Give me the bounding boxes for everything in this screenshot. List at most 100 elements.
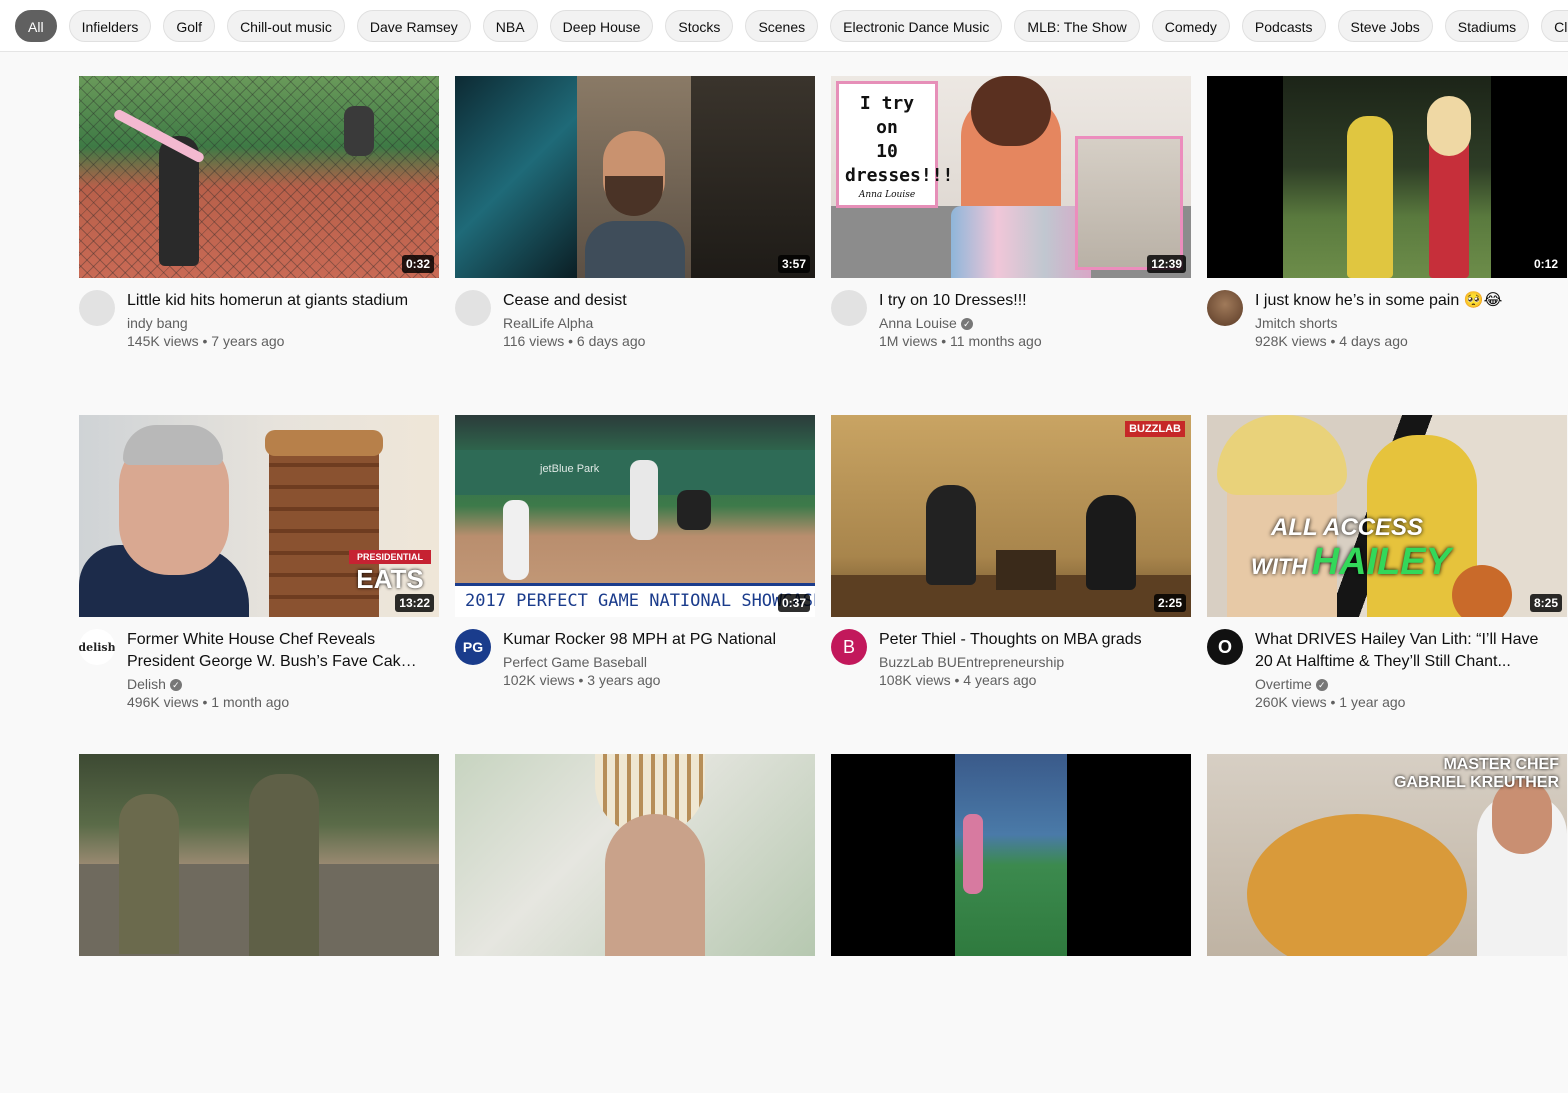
- video-card[interactable]: [79, 754, 439, 1093]
- channel-name[interactable]: BuzzLab BUEntrepreneurship: [879, 653, 1171, 671]
- channel-name[interactable]: Perfect Game Baseball: [503, 653, 795, 671]
- video-thumbnail[interactable]: [79, 754, 439, 956]
- chip-comedy[interactable]: Comedy: [1151, 9, 1230, 42]
- chip-golf[interactable]: Golf: [163, 9, 216, 42]
- video-duration: 8:25: [1529, 594, 1562, 612]
- chef-caption: MASTER CHEF GABRIEL KREUTHER: [1394, 756, 1559, 792]
- video-stats: 145K views • 7 years ago: [127, 333, 285, 349]
- verified-icon: ✓: [169, 679, 182, 692]
- chip-stadiums[interactable]: Stadiums: [1444, 9, 1530, 42]
- verified-icon: ✓: [1315, 679, 1328, 692]
- video-stats: 260K views • 1 year ago: [1255, 694, 1406, 710]
- chip-podcasts[interactable]: Podcasts: [1241, 9, 1326, 42]
- upload-age: 4 years ago: [963, 672, 1037, 688]
- buzzlab-logo: BUZZLAB: [1125, 421, 1185, 437]
- speaker-left: [926, 485, 976, 585]
- channel-avatar[interactable]: PG: [455, 629, 491, 665]
- video-title[interactable]: What DRIVES Hailey Van Lith: “I’ll Have …: [1255, 629, 1547, 673]
- video-card[interactable]: [831, 754, 1191, 1093]
- video-card[interactable]: ALL ACCESS WITH HAILEY 8:25 O What DRIVE…: [1207, 415, 1567, 754]
- video-thumbnail[interactable]: [831, 754, 1191, 956]
- video-thumbnail[interactable]: MASTER CHEF GABRIEL KREUTHER: [1207, 754, 1567, 956]
- video-card[interactable]: 0:32 Little kid hits homerun at giants s…: [79, 76, 439, 415]
- video-thumbnail[interactable]: ALL ACCESS WITH HAILEY 8:25: [1207, 415, 1567, 617]
- video-card[interactable]: MASTER CHEF GABRIEL KREUTHER: [1207, 754, 1567, 1093]
- video-thumbnail[interactable]: 3:57: [455, 76, 815, 278]
- video-card[interactable]: BUZZLAB 2:25 B Peter Thiel - Thoughts on…: [831, 415, 1191, 754]
- video-thumbnail[interactable]: 0:32: [79, 76, 439, 278]
- channel-avatar[interactable]: [79, 290, 115, 326]
- soldier-left: [119, 794, 179, 954]
- video-duration: 2:25: [1153, 594, 1186, 612]
- channel-name-text[interactable]: indy bang: [127, 315, 188, 331]
- video-title[interactable]: Cease and desist: [503, 290, 795, 312]
- video-meta: Little kid hits homerun at giants stadiu…: [79, 278, 439, 350]
- master-chef-label: MASTER CHEF: [1443, 756, 1559, 773]
- video-card[interactable]: 3:57 Cease and desist RealLife Alpha 116…: [455, 76, 815, 415]
- channel-name[interactable]: Anna Louise ✓: [879, 314, 1171, 332]
- upload-age: 11 months ago: [950, 333, 1042, 349]
- video-title[interactable]: Peter Thiel - Thoughts on MBA grads: [879, 629, 1171, 651]
- video-title[interactable]: I try on 10 Dresses!!!: [879, 290, 1171, 312]
- chip-all[interactable]: All: [15, 9, 57, 42]
- video-thumbnail[interactable]: BUZZLAB 2:25: [831, 415, 1191, 617]
- video-title[interactable]: I just know he’s in some pain 🥺😂: [1255, 290, 1547, 312]
- channel-name-text[interactable]: Overtime: [1255, 676, 1312, 692]
- banner-text: 2017 PERFECT GAME NATIONAL SHOWCASE: [465, 591, 815, 611]
- chip-mlb-the-show[interactable]: MLB: The Show: [1014, 9, 1140, 42]
- channel-name-text[interactable]: RealLife Alpha: [503, 315, 593, 331]
- chip-chill-out-music[interactable]: Chill-out music: [227, 9, 345, 42]
- channel-name-text[interactable]: Perfect Game Baseball: [503, 654, 647, 670]
- basketball: [1452, 565, 1512, 617]
- video-card[interactable]: jetBlue Park 2017 PERFECT GAME NATIONAL …: [455, 415, 815, 754]
- chip-steve-jobs[interactable]: Steve Jobs: [1337, 9, 1433, 42]
- channel-name-text[interactable]: Jmitch shorts: [1255, 315, 1337, 331]
- channel-name-text[interactable]: Anna Louise: [879, 315, 957, 331]
- chip-scenes[interactable]: Scenes: [745, 9, 819, 42]
- video-card[interactable]: 0:12 I just know he’s in some pain 🥺😂 Jm…: [1207, 76, 1567, 415]
- title-card: I try on 10 dresses!!! Anna Louise: [836, 81, 953, 208]
- video-info: Cease and desist RealLife Alpha 116 view…: [503, 290, 815, 350]
- channel-name[interactable]: RealLife Alpha: [503, 314, 795, 332]
- channel-avatar[interactable]: O: [1207, 629, 1243, 665]
- video-meta: delish Former White House Chef Reveals P…: [79, 617, 439, 711]
- channel-avatar[interactable]: delish: [79, 629, 115, 665]
- video-title[interactable]: Little kid hits homerun at giants stadiu…: [127, 290, 419, 312]
- video-thumbnail[interactable]: I try on 10 dresses!!! Anna Louise 12:39: [831, 76, 1191, 278]
- view-count: 260K views: [1255, 694, 1327, 710]
- chip-stocks[interactable]: Stocks: [665, 9, 734, 42]
- channel-name-text[interactable]: Delish: [127, 676, 166, 692]
- video-title[interactable]: Kumar Rocker 98 MPH at PG National: [503, 629, 795, 651]
- channel-avatar[interactable]: [831, 290, 867, 326]
- video-card[interactable]: PRESIDENTIAL EATS 13:22 delish Former Wh…: [79, 415, 439, 754]
- channel-name[interactable]: Overtime ✓: [1255, 675, 1547, 693]
- chip-clim[interactable]: Clim: [1541, 9, 1568, 42]
- video-card[interactable]: I try on 10 dresses!!! Anna Louise 12:39…: [831, 76, 1191, 415]
- video-thumbnail[interactable]: jetBlue Park 2017 PERFECT GAME NATIONAL …: [455, 415, 815, 617]
- channel-name[interactable]: Jmitch shorts: [1255, 314, 1547, 332]
- video-duration: 3:57: [777, 255, 810, 273]
- channel-avatar[interactable]: B: [831, 629, 867, 665]
- channel-name-text[interactable]: BuzzLab BUEntrepreneurship: [879, 654, 1064, 670]
- channel-avatar[interactable]: [455, 290, 491, 326]
- video-title[interactable]: Former White House Chef Reveals Presiden…: [127, 629, 419, 673]
- channel-avatar[interactable]: [1207, 290, 1243, 326]
- video-thumbnail[interactable]: 0:12: [1207, 76, 1567, 278]
- video-card[interactable]: [455, 754, 815, 1093]
- upload-age: 1 month ago: [211, 694, 290, 710]
- chip-infielders[interactable]: Infielders: [68, 9, 152, 42]
- soldier-right: [249, 774, 319, 956]
- view-count: 1M views: [879, 333, 938, 349]
- hailey-label: HAILEY: [1311, 541, 1452, 583]
- chip-deep-house[interactable]: Deep House: [549, 9, 654, 42]
- girl-hair: [1427, 96, 1471, 156]
- video-thumbnail[interactable]: PRESIDENTIAL EATS 13:22: [79, 415, 439, 617]
- chip-electronic-dance-music[interactable]: Electronic Dance Music: [830, 9, 1003, 42]
- channel-name[interactable]: Delish ✓: [127, 675, 419, 693]
- channel-name[interactable]: indy bang: [127, 314, 419, 332]
- video-duration: 13:22: [395, 594, 434, 612]
- chip-nba[interactable]: NBA: [482, 9, 538, 42]
- video-thumbnail[interactable]: [455, 754, 815, 956]
- presidential-label: PRESIDENTIAL: [349, 550, 431, 564]
- chip-dave-ramsey[interactable]: Dave Ramsey: [356, 9, 471, 42]
